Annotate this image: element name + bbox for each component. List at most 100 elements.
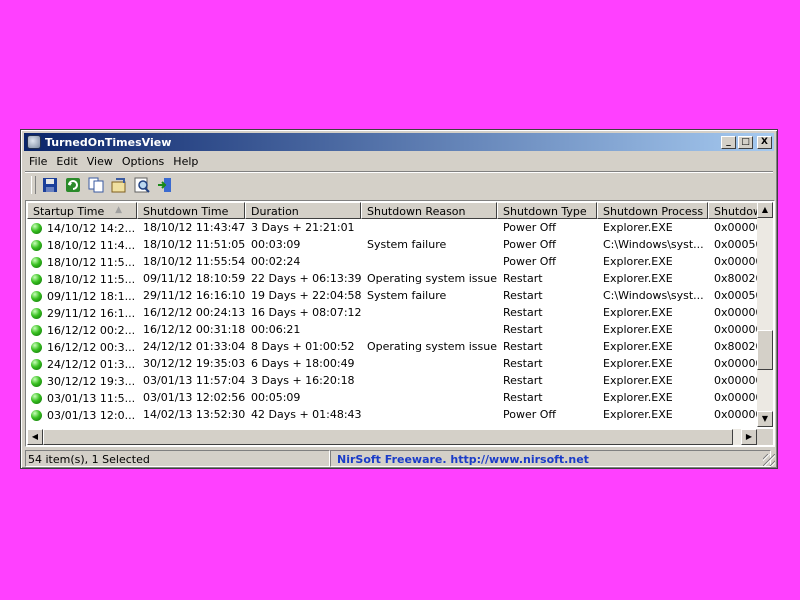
- cell-duration: 16 Days + 08:07:12: [251, 306, 361, 319]
- green-status-icon: [31, 376, 42, 387]
- scroll-up-icon[interactable]: ▲: [757, 202, 773, 218]
- table-row[interactable]: 14/10/12 14:2... 18/10/12 11:43:47 3 Days …: [27, 219, 757, 236]
- vertical-scroll-thumb[interactable]: [757, 330, 773, 370]
- menu-file[interactable]: File: [25, 155, 52, 168]
- table-row[interactable]: 09/11/12 18:1... 29/11/12 16:16:10 19 Days…: [27, 287, 757, 304]
- green-status-icon: [31, 291, 42, 302]
- nirsoft-link-text[interactable]: NirSoft Freeware. http://www.nirsoft.net: [337, 453, 589, 466]
- properties-icon[interactable]: [110, 176, 128, 194]
- cell-shutdown-type: Restart: [503, 289, 543, 302]
- cell-shutdown-time: 18/10/12 11:43:47: [143, 221, 245, 234]
- column-startup-time[interactable]: Startup Time ▲: [27, 202, 137, 219]
- table-row[interactable]: 18/10/12 11:4... 18/10/12 11:51:05 00:03:0…: [27, 236, 757, 253]
- table-row[interactable]: 18/10/12 11:5... 09/11/12 18:10:59 22 Days…: [27, 270, 757, 287]
- menu-options[interactable]: Options: [118, 155, 169, 168]
- scroll-down-icon[interactable]: ▼: [757, 411, 773, 427]
- scroll-right-icon[interactable]: ▶: [741, 429, 757, 445]
- copy-icon[interactable]: [87, 176, 105, 194]
- cell-startup-time: 18/10/12 11:4...: [27, 236, 137, 253]
- cell-shutdown-process: Explorer.EXE: [603, 340, 673, 353]
- cell-shutdown-time: 03/01/13 12:02:56: [143, 391, 245, 404]
- table-row[interactable]: 03/01/13 12:0... 14/02/13 13:52:30 42 Days…: [27, 406, 757, 423]
- cell-shutdown-time: 03/01/13 11:57:04: [143, 374, 245, 387]
- cell-duration: 22 Days + 06:13:39: [251, 272, 361, 285]
- menu-edit[interactable]: Edit: [52, 155, 82, 168]
- cell-shutdown-type: Restart: [503, 357, 543, 370]
- cell-shutdown-type: Power Off: [503, 408, 556, 421]
- cell-duration: 00:06:21: [251, 323, 301, 336]
- cell-shutdown-reason: [361, 219, 497, 236]
- column-shutdown-type[interactable]: Shutdown Type: [497, 202, 597, 219]
- cell-shutdown-process: Explorer.EXE: [603, 323, 673, 336]
- scroll-left-icon[interactable]: ◀: [27, 429, 43, 445]
- refresh-icon[interactable]: [64, 176, 82, 194]
- minimize-button[interactable]: _: [721, 135, 736, 149]
- exit-icon[interactable]: [156, 176, 174, 194]
- cell-shutdown-type: Power Off: [497, 423, 597, 427]
- green-status-icon: [31, 359, 42, 370]
- cell-shutdown-reason: [361, 423, 497, 427]
- cell-shutdown-process: Explorer.EXE: [603, 272, 673, 285]
- green-status-icon: [31, 342, 42, 353]
- cell-startup-time: 14/02/13 14:0...: [27, 423, 137, 427]
- startup-time-text: 03/01/13 12:0...: [47, 409, 136, 422]
- table-row[interactable]: 18/10/12 11:5... 18/10/12 11:55:54 00:02:2…: [27, 253, 757, 270]
- maximize-button[interactable]: □: [738, 135, 753, 149]
- save-icon[interactable]: [41, 176, 59, 194]
- green-status-icon: [31, 257, 42, 268]
- column-shutdown-reason[interactable]: Shutdown Reason: [361, 202, 497, 219]
- table-row[interactable]: 16/12/12 00:3... 24/12/12 01:33:04 8 Days …: [27, 338, 757, 355]
- cell-shutdown-code: 0x000500: [714, 238, 757, 251]
- title-bar[interactable]: TurnedOnTimesView _ □ X: [24, 133, 774, 151]
- cell-duration: 3 Days + 21:21:01: [251, 221, 355, 234]
- menu-view[interactable]: View: [83, 155, 118, 168]
- nirsoft-link[interactable]: NirSoft Freeware. http://www.nirsoft.net: [330, 450, 771, 467]
- cell-duration: 00:05:09: [251, 391, 301, 404]
- menu-help[interactable]: Help: [169, 155, 203, 168]
- cell-shutdown-reason: [361, 304, 497, 321]
- cell-shutdown-time: 18/10/12 11:51:05: [143, 238, 245, 251]
- cell-duration: 8 Days + 01:00:52: [251, 340, 355, 353]
- cell-shutdown-code: 0x800200: [714, 340, 757, 353]
- table-row[interactable]: 16/12/12 00:2... 16/12/12 00:31:18 00:06:2…: [27, 321, 757, 338]
- cell-shutdown-process: Explorer.EXE: [603, 221, 673, 234]
- cell-shutdown-code: 0x000000: [714, 221, 757, 234]
- column-shutdown-code[interactable]: Shutdown: [708, 202, 757, 219]
- startup-time-text: 18/10/12 11:5...: [47, 273, 136, 286]
- startup-time-text: 14/10/12 14:2...: [47, 222, 136, 235]
- cell-shutdown-process: Explorer.EXE: [603, 255, 673, 268]
- column-shutdown-process[interactable]: Shutdown Process: [597, 202, 708, 219]
- column-duration[interactable]: Duration: [245, 202, 361, 219]
- cell-shutdown-time: 16/12/12 00:24:13: [143, 306, 245, 319]
- green-status-icon: [31, 325, 42, 336]
- column-shutdown-time[interactable]: Shutdown Time: [137, 202, 245, 219]
- toolbar-grip[interactable]: [31, 176, 36, 194]
- green-status-icon: [31, 410, 42, 421]
- cell-shutdown-code: 0x000000: [714, 374, 757, 387]
- find-icon[interactable]: [133, 176, 151, 194]
- table-row[interactable]: 03/01/13 11:5... 03/01/13 12:02:56 00:05:0…: [27, 389, 757, 406]
- horizontal-scrollbar[interactable]: ◀ ▶: [27, 429, 757, 445]
- cell-startup-time: 24/12/12 01:3...: [27, 355, 137, 372]
- vertical-scrollbar[interactable]: ▲ ▼: [757, 202, 773, 427]
- close-button[interactable]: X: [757, 135, 772, 149]
- cell-shutdown-type: Restart: [503, 323, 543, 336]
- green-status-icon: [31, 240, 42, 251]
- cell-shutdown-type: Restart: [503, 391, 543, 404]
- table-row[interactable]: 29/11/12 16:1... 16/12/12 00:24:13 16 Days…: [27, 304, 757, 321]
- resize-grip[interactable]: [763, 454, 775, 466]
- table-row[interactable]: 14/02/13 14:0...14/02/13 14:28:0200:23:2…: [27, 423, 757, 427]
- green-status-icon: [31, 274, 42, 285]
- window-title: TurnedOnTimesView: [45, 135, 172, 149]
- cell-shutdown-reason: [361, 321, 497, 338]
- sort-ascending-icon: ▲: [115, 205, 122, 215]
- horizontal-scroll-thumb[interactable]: [43, 429, 733, 445]
- times-list[interactable]: Startup Time ▲ Shutdown Time Duration Shu…: [25, 200, 775, 447]
- table-row[interactable]: 30/12/12 19:3... 03/01/13 11:57:04 3 Days …: [27, 372, 757, 389]
- cell-shutdown-time: 24/12/12 01:33:04: [143, 340, 245, 353]
- table-row[interactable]: 24/12/12 01:3... 30/12/12 19:35:03 6 Days …: [27, 355, 757, 372]
- app-icon: [27, 135, 41, 149]
- cell-shutdown-type: Power Off: [503, 221, 556, 234]
- cell-shutdown-code: 0x000000: [714, 323, 757, 336]
- cell-shutdown-code: 0x000000: [714, 391, 757, 404]
